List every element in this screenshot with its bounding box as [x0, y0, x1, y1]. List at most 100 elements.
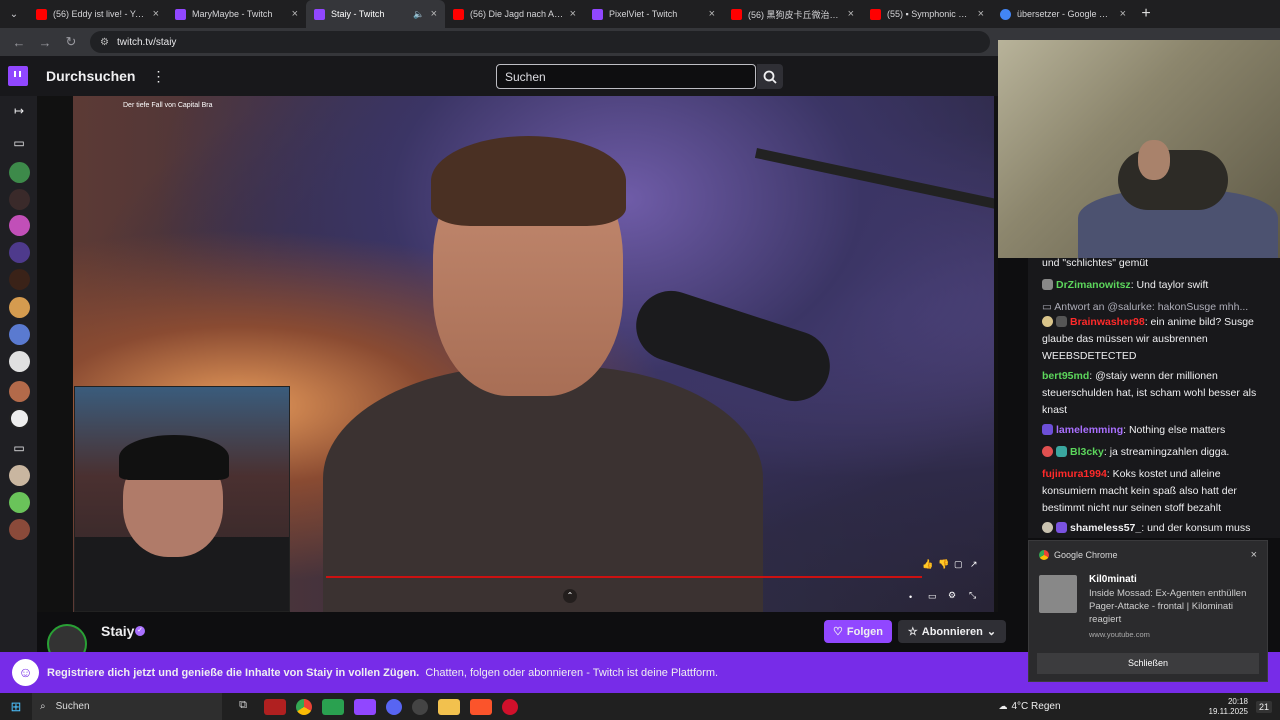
chat-panel: und "schlichtes" gemüt DrZimanowitsz: Un…	[1028, 258, 1280, 538]
close-tab-icon[interactable]: ×	[570, 8, 576, 20]
chat-username[interactable]: fujimura1994	[1042, 468, 1107, 480]
browser-tab-active[interactable]: Staiy - Twitch 🔈 ×	[306, 0, 445, 28]
close-tab-icon[interactable]: ×	[848, 8, 854, 20]
browser-tab[interactable]: (56) Eddy ist live! - YouTube ×	[28, 0, 167, 28]
close-tab-icon[interactable]: ×	[709, 8, 715, 20]
task-view-icon[interactable]: ⧉	[232, 699, 254, 715]
site-info-icon[interactable]: ⚙	[100, 37, 109, 48]
brave-taskbar-icon[interactable]	[470, 698, 492, 715]
user-badge-icon	[1056, 446, 1067, 457]
search-input[interactable]: Suchen	[496, 64, 756, 89]
notification-close-button[interactable]: Schließen	[1037, 653, 1259, 674]
address-bar[interactable]: ⚙ twitch.tv/staiy	[90, 31, 990, 53]
channel-avatar[interactable]	[9, 269, 30, 290]
channel-avatar[interactable]	[9, 297, 30, 318]
browser-tab[interactable]: (56) 黑狗皮卡丘微治疗師 ×	[723, 0, 862, 28]
chrome-taskbar-icon[interactable]	[296, 698, 312, 715]
channel-avatar[interactable]	[9, 519, 30, 540]
banner-subtext: Chatten, folgen oder abonnieren - Twitch…	[425, 666, 719, 679]
reload-icon[interactable]: ↻	[58, 34, 84, 50]
chat-username[interactable]: Bl3cky	[1070, 446, 1104, 458]
twitch-favicon-icon	[175, 8, 186, 20]
system-tray: ☁ 4°C Regen 20:18 19.11.2025 21	[999, 693, 1280, 720]
followed-channels-sidebar: ↦ ▭ ▭	[0, 96, 37, 652]
channel-avatar[interactable]	[9, 162, 30, 183]
browser-tab[interactable]: MaryMaybe - Twitch ×	[167, 0, 306, 28]
chat-username[interactable]: Brainwasher98	[1070, 316, 1145, 328]
comment-icon[interactable]: ▢	[954, 559, 963, 570]
new-tab-button[interactable]: +	[1134, 5, 1158, 23]
audio-playing-icon[interactable]: 🔈	[413, 9, 424, 20]
obs-taskbar-icon[interactable]	[412, 698, 428, 715]
fullscreen-icon[interactable]: ⤡	[969, 590, 976, 601]
notification-source: www.youtube.com	[1089, 630, 1150, 639]
chat-username[interactable]: shameless57_	[1070, 522, 1141, 534]
channel-avatar[interactable]	[9, 492, 30, 513]
dislike-icon[interactable]: 👎	[938, 559, 949, 570]
chat-text: : Nothing else matters	[1123, 424, 1226, 436]
close-tab-icon[interactable]: ×	[1120, 8, 1126, 20]
reply-text: Antwort an @salurke: hakonSusge mhh...	[1054, 301, 1249, 313]
share-icon[interactable]: ↗	[970, 559, 978, 570]
weather-text[interactable]: 4°C Regen	[1012, 701, 1061, 712]
channel-name[interactable]: Staiy	[101, 623, 134, 639]
chevron-up-icon[interactable]: ⌃	[563, 589, 577, 603]
clock[interactable]: 20:18 19.11.2025	[1209, 697, 1248, 717]
like-icon[interactable]: 👍	[922, 559, 933, 570]
close-tab-icon[interactable]: ×	[978, 8, 984, 20]
tab-title: PixelViet - Twitch	[609, 9, 678, 19]
tab-title: (55) ▪ Symphonic Metal	[887, 9, 972, 19]
browser-tab[interactable]: übersetzer - Google Suche ×	[992, 0, 1134, 28]
more-menu-icon[interactable]: ⋮	[151, 68, 165, 85]
forward-icon[interactable]: →	[32, 35, 58, 50]
user-badge-icon	[1056, 316, 1067, 327]
chat-username[interactable]: bert95md	[1042, 370, 1089, 382]
chat-username[interactable]: DrZimanowitsz	[1056, 279, 1131, 291]
notification-center-icon[interactable]: 21	[1255, 700, 1272, 713]
channel-avatar[interactable]	[9, 215, 30, 236]
browser-tab[interactable]: (56) Die Jagd nach Arbeit ×	[445, 0, 584, 28]
channel-avatar[interactable]	[9, 242, 30, 263]
chat-username[interactable]: lamelemming	[1056, 424, 1123, 436]
gear-icon[interactable]: ⚙	[948, 590, 956, 601]
channel-avatar[interactable]	[9, 324, 30, 345]
settings-dot-icon[interactable]: •	[909, 592, 912, 602]
notification-title: Kil0minati	[1089, 574, 1137, 585]
banner-bold-text: Registriere dich jetzt und genieße die I…	[47, 666, 420, 679]
youtube-favicon-icon	[731, 8, 742, 20]
taskbar-search[interactable]: ⌕ Suchen	[32, 693, 222, 720]
twitch-taskbar-icon[interactable]	[354, 698, 376, 715]
twitch-logo-icon[interactable]	[8, 66, 28, 86]
channel-avatar[interactable]	[9, 465, 30, 486]
chat-text: : und der konsum muss	[1141, 522, 1251, 534]
url-text: twitch.tv/staiy	[116, 36, 177, 48]
browser-tab[interactable]: (55) ▪ Symphonic Metal ×	[862, 0, 992, 28]
subscribe-button[interactable]: ☆ Abonnieren ⌄	[898, 620, 1006, 643]
close-tab-icon[interactable]: ×	[431, 8, 437, 20]
webcam-head	[1138, 140, 1170, 180]
close-tab-icon[interactable]: ×	[292, 8, 298, 20]
close-icon[interactable]: ×	[1251, 549, 1257, 561]
gamepad-taskbar-icon[interactable]	[322, 698, 344, 715]
channel-avatar[interactable]	[9, 408, 30, 429]
windows-start-icon[interactable]: ⊞	[0, 699, 32, 715]
discord-taskbar-icon[interactable]	[386, 698, 402, 715]
tab-search-chevron-icon[interactable]: ⌄	[0, 0, 28, 28]
captions-icon[interactable]: ▭	[928, 591, 937, 602]
chrome-notification[interactable]: Google Chrome × Kil0minati Inside Mossad…	[1028, 540, 1268, 682]
back-icon[interactable]: ←	[6, 35, 32, 50]
browser-tab[interactable]: PixelViet - Twitch ×	[584, 0, 723, 28]
channel-avatar[interactable]	[9, 189, 30, 210]
channel-avatar[interactable]	[9, 381, 30, 402]
opera-taskbar-icon[interactable]	[502, 698, 518, 715]
channel-avatar[interactable]	[9, 351, 30, 372]
expand-sidebar-icon[interactable]: ↦	[10, 104, 28, 122]
file-explorer-icon[interactable]	[438, 698, 460, 715]
follow-button[interactable]: ♡ Folgen	[824, 620, 892, 643]
video-player[interactable]: Der tiefe Fall von Capital Bra i ⌃ 👍 👎 ▢…	[37, 96, 998, 612]
notification-header: Google Chrome	[1039, 550, 1118, 560]
browse-link[interactable]: Durchsuchen	[46, 68, 135, 84]
taskbar-app-icon[interactable]	[264, 698, 286, 715]
search-button[interactable]	[757, 64, 783, 89]
close-tab-icon[interactable]: ×	[153, 8, 159, 20]
